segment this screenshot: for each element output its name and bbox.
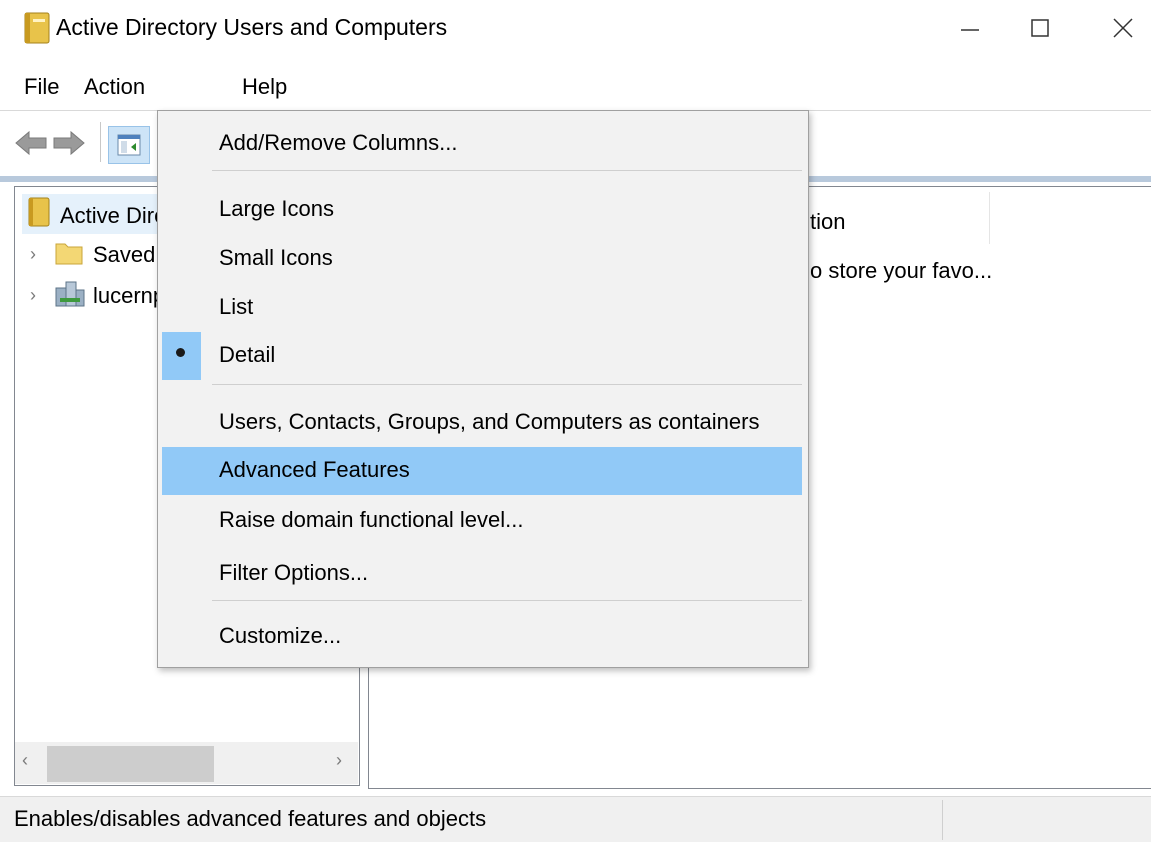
maximize-icon [1031, 19, 1049, 37]
menu-item-customize[interactable]: Customize... [162, 613, 802, 661]
folder-icon [55, 243, 83, 265]
maximize-button[interactable] [1000, 0, 1080, 56]
details-row-description: o store your favo... [810, 258, 993, 283]
menu-item-add-remove-columns[interactable]: Add/Remove Columns... [162, 120, 802, 168]
scroll-right-icon[interactable]: › [336, 750, 342, 771]
menu-help[interactable]: Help [242, 74, 287, 100]
forward-arrow-icon[interactable] [52, 128, 86, 158]
menu-item-advanced-features[interactable]: Advanced Features [162, 447, 802, 495]
menu-item-users-contacts-groups-computers-as-containers[interactable]: Users, Contacts, Groups, and Computers a… [162, 399, 802, 447]
menu-separator [212, 600, 802, 601]
address-book-icon [28, 197, 50, 227]
menu-item-raise-domain-functional-level[interactable]: Raise domain functional level... [162, 497, 802, 545]
window-title: Active Directory Users and Computers [56, 14, 448, 40]
status-bar-divider [942, 800, 943, 840]
menu-item-detail[interactable]: Detail [162, 332, 802, 380]
column-header-divider[interactable] [989, 192, 990, 244]
show-hide-console-tree-icon [117, 134, 141, 156]
menu-action[interactable]: Action [84, 74, 145, 100]
address-book-icon [24, 12, 50, 44]
scrollbar-thumb[interactable] [47, 746, 214, 782]
chevron-right-icon[interactable]: › [30, 244, 36, 265]
menu-file[interactable]: File [24, 74, 59, 100]
close-button[interactable] [1083, 0, 1151, 56]
scroll-left-icon[interactable]: ‹ [22, 750, 28, 771]
tree-item-root-label: Active Dire [60, 203, 167, 228]
menu-separator [212, 384, 802, 385]
menu-item-list[interactable]: List [162, 284, 802, 332]
chevron-right-icon[interactable]: › [30, 285, 36, 306]
tree-item-domain-label[interactable]: lucernp [93, 283, 165, 309]
status-text: Enables/disables advanced features and o… [14, 806, 487, 831]
minimize-icon [961, 29, 979, 31]
domain-icon [55, 281, 85, 307]
show-hide-console-tree-button[interactable] [108, 126, 150, 164]
menu-separator [212, 170, 802, 171]
menu-item-large-icons[interactable]: Large Icons [162, 186, 802, 234]
menu-item-filter-options[interactable]: Filter Options... [162, 550, 802, 598]
back-arrow-icon[interactable] [14, 128, 48, 158]
details-column-header-description[interactable]: tion [810, 209, 845, 235]
toolbar-separator [100, 122, 101, 162]
menu-item-small-icons[interactable]: Small Icons [162, 235, 802, 283]
close-icon [1113, 18, 1133, 38]
minimize-button[interactable] [930, 0, 1010, 56]
menu-bar [0, 60, 1151, 110]
